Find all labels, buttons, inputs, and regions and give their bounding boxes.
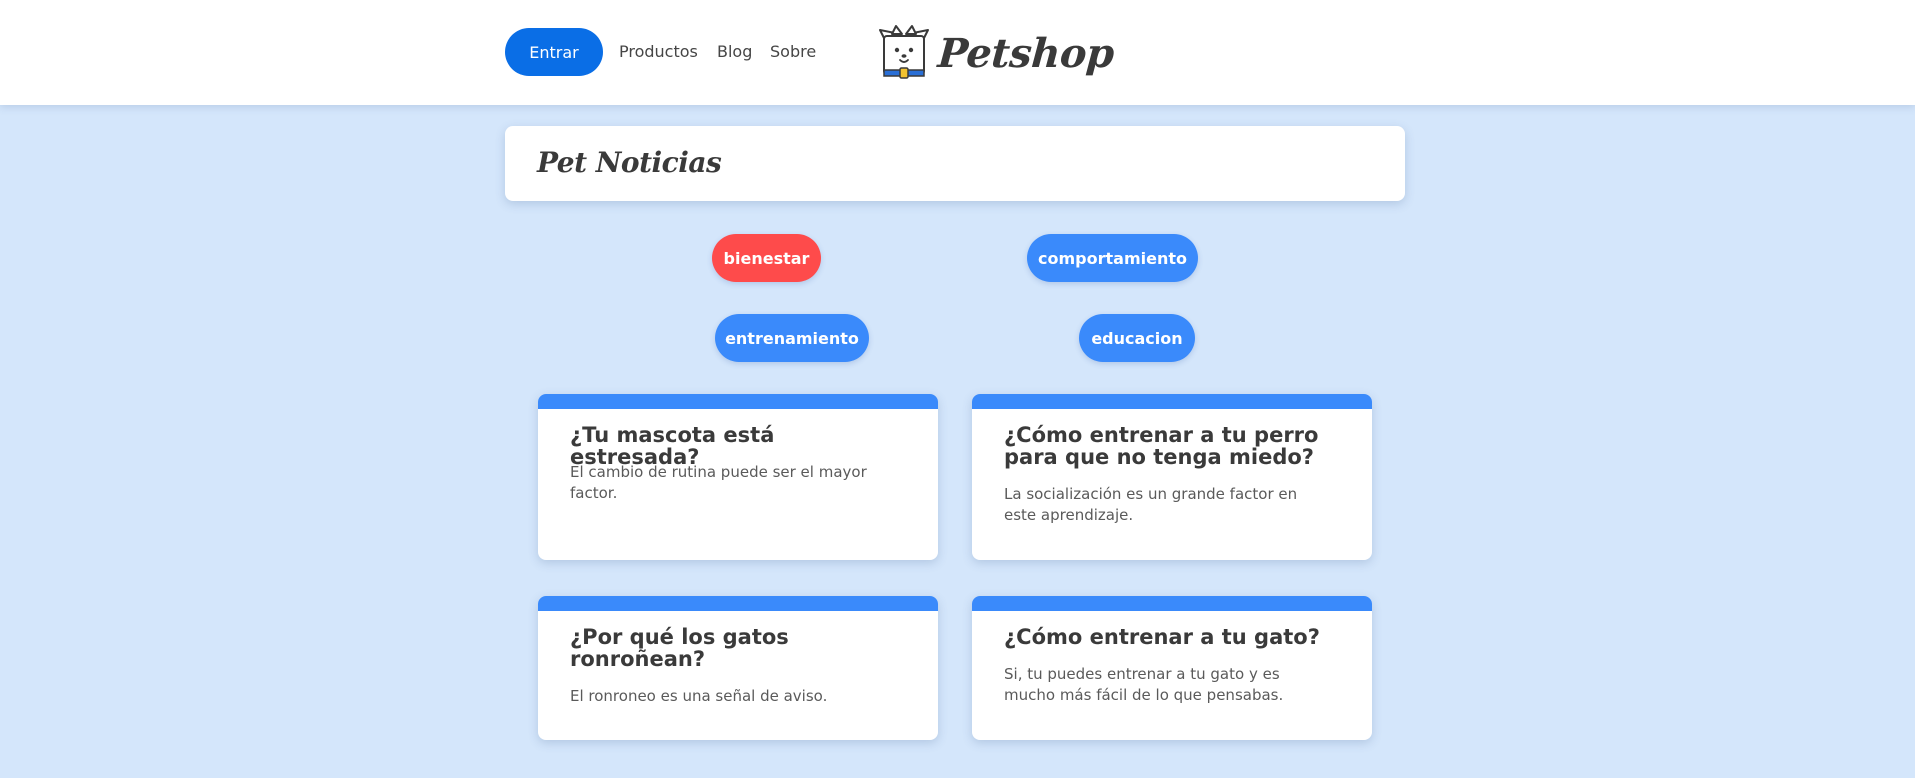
news-card[interactable]: ¿Cómo entrenar a tu gato? Si, tu puedes … [972,596,1372,740]
login-button[interactable]: Entrar [505,28,603,76]
card-title: ¿Por qué los gatos ronroñean? [570,625,789,671]
nav-link-sobre[interactable]: Sobre [770,41,816,63]
tag-comportamiento[interactable]: comportamiento [1027,234,1198,282]
card-text: El cambio de rutina puede ser el mayor f… [570,463,867,502]
card-text: Si, tu puedes entrenar a tu gato y es mu… [1004,665,1284,704]
tag-entrenamiento[interactable]: entrenamiento [715,314,869,362]
news-card[interactable]: ¿Cómo entrenar a tu perro para que no te… [972,394,1372,560]
tag-educacion[interactable]: educacion [1079,314,1195,362]
nav-link-productos[interactable]: Productos [619,41,698,63]
news-card[interactable]: ¿Por qué los gatos ronroñean? El ronrone… [538,596,938,740]
page-title: Pet Noticias [537,146,722,179]
card-text: La socialización es un grande factor en … [1004,485,1298,524]
card-text: El ronroneo es una señal de aviso. [570,687,828,705]
site-header: Entrar Productos Blog Sobre Petshop [0,0,1915,105]
site-logo[interactable]: Petshop [878,22,1115,84]
card-accent-bar [538,394,938,409]
logo-text: Petshop [936,29,1116,77]
card-accent-bar [972,394,1372,409]
tag-bienestar[interactable]: bienestar [712,234,821,282]
page-title-card: Pet Noticias [505,126,1405,201]
card-title: ¿Cómo entrenar a tu gato? [1004,625,1320,649]
card-accent-bar [538,596,938,611]
card-title: ¿Cómo entrenar a tu perro para que no te… [1004,423,1319,469]
news-card[interactable]: ¿Tu mascota está estresada? El cambio de… [538,394,938,560]
card-accent-bar [972,596,1372,611]
dog-box-icon [879,25,929,79]
nav-link-blog[interactable]: Blog [717,41,752,63]
